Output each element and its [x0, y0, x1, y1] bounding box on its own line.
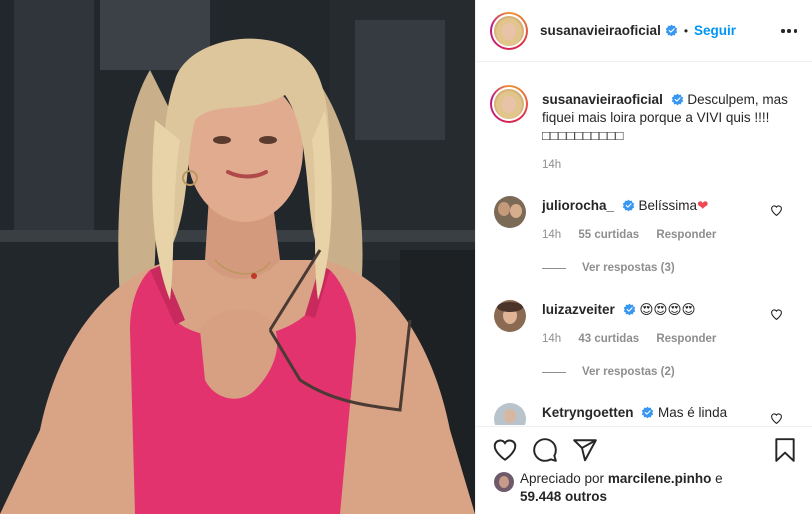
comment-time[interactable]: 14h: [542, 333, 561, 345]
author-avatar[interactable]: [490, 11, 528, 50]
comment-avatar[interactable]: [494, 196, 526, 228]
caption-text: susanavieiraoficial Desculpem, mas fique…: [542, 91, 800, 145]
verified-icon: [642, 406, 654, 419]
comment-icon[interactable]: [532, 437, 558, 463]
comment-body: Mas é linda: [658, 405, 728, 420]
liked-conj: e: [715, 471, 723, 486]
author-username[interactable]: susanavieiraoficial: [540, 23, 661, 38]
liked-prefix: Apreciado por: [520, 471, 605, 486]
follow-button[interactable]: Seguir: [694, 23, 736, 38]
view-replies-button[interactable]: Ver respostas (3): [542, 262, 675, 274]
comment-like-icon[interactable]: [770, 204, 783, 217]
verified-icon: [623, 303, 635, 316]
reply-button[interactable]: Responder: [656, 333, 716, 345]
comment-avatar[interactable]: [494, 300, 526, 332]
header-separator: •: [683, 23, 689, 38]
caption-avatar[interactable]: [490, 85, 528, 123]
comment-like-icon[interactable]: [770, 412, 783, 425]
comment-meta: 14h 43 curtidas Responder: [542, 333, 730, 345]
comments-list[interactable]: susanavieiraoficial Desculpem, mas fique…: [476, 63, 812, 425]
comment-meta: 14h 55 curtidas Responder: [542, 229, 730, 241]
comment-likes[interactable]: 43 curtidas: [578, 333, 639, 345]
comment-text: Ketryngoetten Mas é linda: [542, 404, 727, 422]
save-icon[interactable]: [772, 437, 798, 463]
view-replies-button[interactable]: Ver respostas (2): [542, 366, 675, 378]
liker-avatar[interactable]: [494, 472, 514, 492]
caption-emojis: □□□□□□□□□□: [542, 128, 624, 143]
comment-username[interactable]: Ketryngoetten: [542, 405, 634, 420]
verified-icon: [671, 93, 683, 106]
heart-icon[interactable]: [492, 437, 518, 463]
caption-time[interactable]: 14h: [542, 159, 561, 171]
share-icon[interactable]: [572, 437, 598, 463]
comment-text: luizazveiter 😍😍😍😍: [542, 301, 696, 319]
more-icon[interactable]: [781, 22, 797, 40]
liked-user[interactable]: marcilene.pinho: [608, 471, 712, 486]
view-replies-label: Ver respostas (2): [582, 366, 675, 378]
view-replies-label: Ver respostas (3): [582, 262, 675, 274]
comment-body: 😍😍😍😍: [639, 302, 696, 317]
verified-icon: [665, 24, 678, 37]
caption-username[interactable]: susanavieiraoficial: [542, 92, 663, 107]
post-header: susanavieiraoficial • Seguir: [476, 0, 812, 62]
post-image: [0, 0, 475, 514]
comment-username[interactable]: juliorocha_: [542, 198, 614, 213]
liked-others[interactable]: 59.448 outros: [520, 489, 607, 504]
comment-likes[interactable]: 55 curtidas: [578, 229, 639, 241]
comment-time[interactable]: 14h: [542, 229, 561, 241]
comment-body: Belíssima: [638, 198, 698, 213]
comment-like-icon[interactable]: [770, 308, 783, 321]
comment-username[interactable]: luizazveiter: [542, 302, 615, 317]
post-actions: [476, 426, 812, 476]
comment-text: juliorocha_ Belíssima❤: [542, 197, 708, 215]
post-photo[interactable]: [0, 0, 475, 514]
comment-avatar[interactable]: [494, 403, 526, 425]
post-sidebar: susanavieiraoficial • Seguir susanavieir…: [475, 0, 812, 514]
heart-emoji: ❤: [697, 198, 709, 213]
verified-icon: [622, 199, 634, 212]
reply-button[interactable]: Responder: [656, 229, 716, 241]
liked-by-text: Apreciado por marcilene.pinho e 59.448 o…: [520, 470, 800, 506]
